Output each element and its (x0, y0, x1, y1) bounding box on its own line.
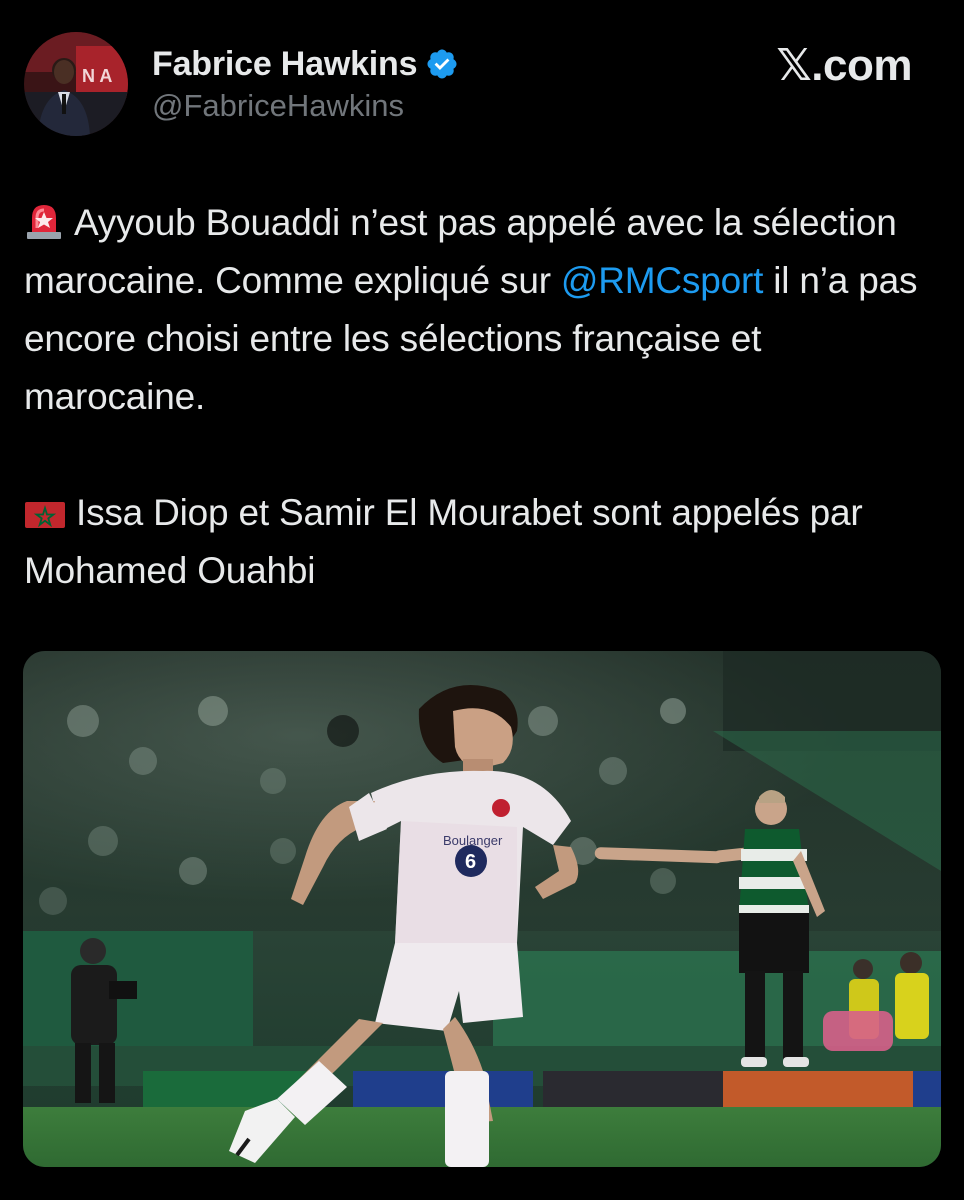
x-logo-icon: 𝕏.com (776, 41, 912, 90)
author-handle[interactable]: @FabriceHawkins (152, 88, 459, 124)
morocco-flag-emoji-icon (25, 502, 65, 528)
tweet-header: N A Fabrice Hawkins @FabriceHawkins 𝕏.co… (24, 32, 924, 142)
avatar-backdrop-text: N A (82, 66, 112, 86)
x-brand-link[interactable]: 𝕏.com (776, 40, 912, 91)
tweet-paragraph-1: Ayyoub Bouaddi n’est pas appelé avec la … (24, 194, 924, 426)
ad-board-2 (353, 1071, 533, 1109)
display-name-row: Fabrice Hawkins (152, 42, 459, 86)
siren-emoji-icon (27, 205, 61, 239)
club-crest (492, 799, 510, 817)
mention-link[interactable]: @RMCsport (561, 260, 763, 301)
tweet-text: Ayyoub Bouaddi n’est pas appelé avec la … (24, 194, 924, 600)
author-display-name[interactable]: Fabrice Hawkins (152, 45, 418, 84)
tweet-paragraph-2: Issa Diop et Samir El Mourabet sont appe… (24, 484, 924, 600)
tweet-photo[interactable]: Boulanger 6 (23, 651, 941, 1167)
football-photo: Boulanger 6 (23, 651, 941, 1167)
author-avatar[interactable]: N A (24, 32, 128, 136)
ad-board-4 (723, 1071, 913, 1109)
author-info: Fabrice Hawkins @FabriceHawkins (152, 42, 459, 124)
tweet-text-part-3: Issa Diop et Samir El Mourabet sont appe… (24, 492, 863, 591)
verified-badge-icon (427, 49, 457, 79)
shirt-number: 6 (465, 851, 476, 873)
ad-board-3 (543, 1071, 723, 1109)
avatar-photo: N A (24, 32, 128, 136)
